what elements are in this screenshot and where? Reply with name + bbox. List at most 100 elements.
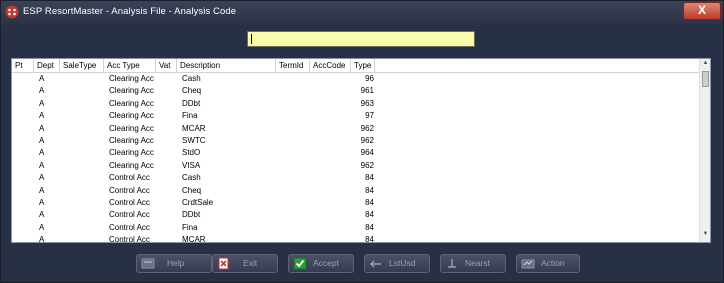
cell-acc-type: Clearing Acc bbox=[109, 135, 154, 145]
table-row[interactable]: A Clearing Acc MCAR 962 bbox=[12, 123, 699, 135]
accept-button-label: Accept bbox=[313, 258, 339, 268]
cell-description: Fina bbox=[182, 222, 198, 232]
action-button-label: Action bbox=[541, 258, 565, 268]
cell-description: Fina bbox=[182, 111, 198, 121]
action-icon bbox=[521, 259, 535, 269]
table-row[interactable]: A Clearing Acc StdO 964 bbox=[12, 147, 699, 159]
cell-description: Cheq bbox=[182, 185, 202, 195]
analysis-code-table[interactable]: Pt Dept SaleType Acc Type Vat Description Term… bbox=[11, 58, 711, 243]
vertical-scrollbar[interactable]: ▲ ▼ bbox=[699, 59, 710, 242]
action-button[interactable]: Action bbox=[516, 254, 580, 273]
cell-dept: A bbox=[39, 210, 45, 220]
cell-acc-type: Clearing Acc bbox=[109, 74, 154, 83]
column-header-acc-type[interactable]: Acc Type bbox=[104, 59, 156, 72]
table-row[interactable]: A Clearing Acc Fina 97 bbox=[12, 110, 699, 122]
column-header-acccode[interactable]: AccCode bbox=[310, 59, 351, 72]
cell-type: 96 bbox=[365, 74, 374, 83]
help-icon bbox=[141, 258, 155, 269]
exit-icon bbox=[218, 257, 229, 270]
cell-description: DDbt bbox=[182, 98, 201, 108]
app-window: ESP ResortMaster - Analysis File - Analy… bbox=[0, 0, 724, 283]
cell-type: 962 bbox=[360, 123, 374, 133]
nearest-icon bbox=[448, 259, 456, 268]
cell-dept: A bbox=[39, 185, 45, 195]
scroll-up-icon[interactable]: ▲ bbox=[702, 60, 709, 66]
table-header: Pt Dept SaleType Acc Type Vat Description Term… bbox=[12, 59, 699, 73]
accept-button[interactable]: Accept bbox=[288, 254, 354, 273]
cell-type: 84 bbox=[365, 197, 374, 207]
help-button[interactable]: Help bbox=[136, 254, 212, 273]
cell-description: Cash bbox=[182, 173, 201, 183]
column-header-description[interactable]: Description bbox=[177, 59, 276, 72]
cell-acc-type: Clearing Acc bbox=[109, 98, 154, 108]
cell-dept: A bbox=[39, 197, 45, 207]
app-logo-icon bbox=[5, 5, 19, 19]
cell-acc-type: Control Acc bbox=[109, 210, 150, 220]
cell-dept: A bbox=[39, 98, 45, 108]
cell-acc-type: Clearing Acc bbox=[109, 123, 154, 133]
cell-dept: A bbox=[39, 123, 45, 133]
scroll-down-icon[interactable]: ▼ bbox=[702, 231, 709, 237]
table-row[interactable]: A Control Acc Cash 84 bbox=[12, 172, 699, 184]
table-row[interactable]: A Clearing Acc Cheq 961 bbox=[12, 85, 699, 97]
help-button-label: Help bbox=[167, 258, 185, 268]
close-icon: X bbox=[697, 3, 706, 17]
cell-acc-type: Control Acc bbox=[109, 222, 150, 232]
table-row[interactable]: A Control Acc MCAR 84 bbox=[12, 234, 699, 243]
title-bar[interactable]: ESP ResortMaster - Analysis File - Analy… bbox=[1, 1, 723, 25]
cell-description: DDbt bbox=[182, 210, 201, 220]
cell-type: 961 bbox=[360, 86, 374, 96]
cell-description: SWTC bbox=[182, 135, 206, 145]
checkmark-icon bbox=[293, 257, 307, 270]
lstusd-button[interactable]: LstUsd bbox=[364, 254, 430, 273]
exit-button[interactable]: Exit bbox=[212, 254, 278, 273]
cell-acc-type: Clearing Acc bbox=[109, 148, 154, 158]
column-header-termid[interactable]: TermId bbox=[276, 59, 310, 72]
cell-type: 964 bbox=[360, 148, 374, 158]
table-body: A Clearing Acc Cash 96 A Clearing Acc Cheq 961 A… bbox=[12, 73, 699, 243]
window-title: ESP ResortMaster - Analysis File - Analy… bbox=[23, 6, 237, 17]
table-row[interactable]: A Control Acc Fina 84 bbox=[12, 222, 699, 234]
cell-dept: A bbox=[39, 86, 45, 96]
nearst-button-label: Nearst bbox=[465, 258, 491, 268]
cell-type: 84 bbox=[365, 185, 374, 195]
cell-description: Cash bbox=[182, 74, 201, 83]
table-row[interactable]: A Clearing Acc DDbt 963 bbox=[12, 98, 699, 110]
cell-acc-type: Control Acc bbox=[109, 235, 150, 243]
text-cursor bbox=[251, 34, 252, 44]
search-input[interactable] bbox=[247, 31, 475, 47]
column-header-type[interactable]: Type bbox=[351, 59, 375, 72]
table-row[interactable]: A Clearing Acc VISA 962 bbox=[12, 160, 699, 172]
column-header-saletype[interactable]: SaleType bbox=[60, 59, 104, 72]
cell-description: Cheq bbox=[182, 86, 202, 96]
cell-dept: A bbox=[39, 160, 45, 170]
table-row[interactable]: A Control Acc CrdtSale 84 bbox=[12, 197, 699, 209]
bottom-toolbar: Help Exit Accept LstUsd Nearst Action bbox=[1, 251, 723, 279]
cell-acc-type: Control Acc bbox=[109, 197, 150, 207]
table-row[interactable]: A Control Acc DDbt 84 bbox=[12, 209, 699, 221]
cell-type: 84 bbox=[365, 235, 374, 243]
scroll-thumb[interactable] bbox=[702, 71, 709, 87]
close-button[interactable]: X bbox=[683, 2, 721, 20]
column-header-vat[interactable]: Vat bbox=[156, 59, 177, 72]
cell-dept: A bbox=[39, 74, 45, 83]
cell-dept: A bbox=[39, 111, 45, 121]
cell-type: 962 bbox=[360, 135, 374, 145]
cell-type: 84 bbox=[365, 222, 374, 232]
exit-button-label: Exit bbox=[243, 258, 258, 268]
cell-acc-type: Control Acc bbox=[109, 185, 150, 195]
cell-dept: A bbox=[39, 222, 45, 232]
cell-description: MCAR bbox=[182, 235, 206, 243]
nearst-button[interactable]: Nearst bbox=[440, 254, 506, 273]
cell-acc-type: Clearing Acc bbox=[109, 86, 154, 96]
cell-description: MCAR bbox=[182, 123, 206, 133]
cell-type: 963 bbox=[360, 98, 374, 108]
cell-dept: A bbox=[39, 148, 45, 158]
column-header-pt[interactable]: Pt bbox=[12, 59, 34, 72]
cell-type: 962 bbox=[360, 160, 374, 170]
column-header-dept[interactable]: Dept bbox=[34, 59, 60, 72]
table-row[interactable]: A Control Acc Cheq 84 bbox=[12, 185, 699, 197]
table-row[interactable]: A Clearing Acc SWTC 962 bbox=[12, 135, 699, 147]
cell-acc-type: Clearing Acc bbox=[109, 160, 154, 170]
table-row[interactable]: A Clearing Acc Cash 96 bbox=[12, 73, 699, 85]
